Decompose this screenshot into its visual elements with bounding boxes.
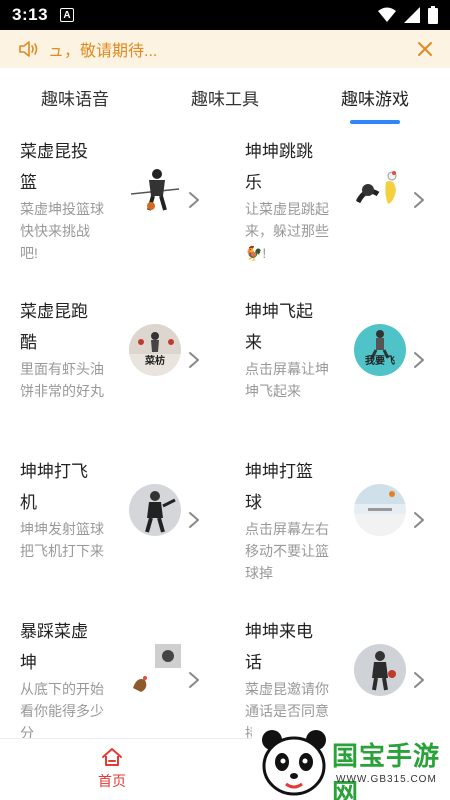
watermark-url: WWW.GB315.COM bbox=[336, 774, 437, 785]
speaker-icon bbox=[19, 41, 38, 57]
game-description: 从底下的开始看你能得多少分 bbox=[20, 681, 104, 738]
shooting-image bbox=[129, 484, 181, 536]
category-tabs: 趣味语音 趣味工具 趣味游戏 bbox=[0, 68, 450, 126]
game-title: 坤坤打篮球 bbox=[245, 462, 313, 512]
game-description: 里面有虾头油饼非常的好丸 bbox=[20, 361, 104, 399]
basketball-dribble-image bbox=[129, 164, 181, 216]
game-card[interactable]: 坤坤跳跳乐 让菜虚昆跳起来，躲过那些🐓! bbox=[225, 126, 450, 286]
chevron-right-icon bbox=[414, 352, 424, 368]
flying-image: 我要飞 bbox=[354, 324, 406, 376]
stomp-image bbox=[129, 644, 181, 696]
game-title: 菜虚昆投篮 bbox=[20, 142, 88, 192]
thumb-caption: 我要飞 bbox=[365, 356, 395, 367]
game-description: 点击屏幕左右移动不要让篮球掉 bbox=[245, 521, 329, 581]
game-card[interactable]: 暴踩菜虚坤 从底下的开始看你能得多少分 bbox=[0, 606, 225, 738]
parkour-image: 菜枋 bbox=[129, 324, 181, 376]
chevron-right-icon bbox=[414, 512, 424, 528]
status-bar: 3:13 A bbox=[0, 0, 450, 30]
chevron-right-icon bbox=[414, 672, 424, 688]
basketball-court-image bbox=[354, 484, 406, 536]
chevron-right-icon bbox=[189, 512, 199, 528]
game-card[interactable]: 菜虚昆投篮 菜虚坤投篮球快快来挑战吧! bbox=[0, 126, 225, 286]
chevron-right-icon bbox=[414, 192, 424, 208]
chevron-right-icon bbox=[189, 192, 199, 208]
phone-call-image bbox=[354, 644, 406, 696]
notice-close-button[interactable] bbox=[414, 38, 436, 60]
wifi-icon bbox=[378, 7, 396, 22]
watermark: 国宝手游网 WWW.GB315.COM bbox=[252, 722, 450, 800]
home-icon bbox=[102, 748, 122, 766]
game-description: 菜虚坤投篮球快快来挑战吧! bbox=[20, 201, 104, 261]
game-title: 坤坤跳跳乐 bbox=[245, 142, 313, 192]
notice-text: ュ，敬请期待... bbox=[48, 43, 158, 60]
notification-badge: A bbox=[60, 8, 75, 22]
game-title: 坤坤打飞机 bbox=[20, 462, 88, 512]
game-card[interactable]: 菜虚昆跑酷 里面有虾头油饼非常的好丸 菜枋 bbox=[0, 286, 225, 446]
nav-home-tab[interactable]: 首页 bbox=[72, 747, 152, 797]
game-description: 点击屏幕让坤坤飞起来 bbox=[245, 361, 329, 399]
chevron-right-icon bbox=[189, 672, 199, 688]
chevron-right-icon bbox=[189, 352, 199, 368]
game-grid: 菜虚昆投篮 菜虚坤投篮球快快来挑战吧! 坤坤跳跳乐 让菜虚昆跳起来，躲过那些🐓! bbox=[0, 126, 450, 738]
tab-fun-games[interactable]: 趣味游戏 bbox=[300, 68, 450, 126]
status-icons bbox=[378, 6, 438, 24]
game-card[interactable]: 坤坤来电话 菜虚昆邀请你通话是否同意接听 bbox=[225, 606, 450, 738]
game-title: 暴踩菜虚坤 bbox=[20, 622, 88, 672]
game-description: 坤坤发射篮球把飞机打下来 bbox=[20, 521, 104, 559]
signal-icon bbox=[404, 7, 420, 23]
thumb-caption: 菜枋 bbox=[145, 356, 165, 367]
notice-bar: ュ，敬请期待... bbox=[0, 30, 450, 68]
status-time: 3:13 bbox=[12, 5, 49, 24]
game-title: 坤坤来电话 bbox=[245, 622, 313, 672]
game-description: 让菜虚昆跳起来，躲过那些🐓! bbox=[245, 201, 329, 261]
tab-fun-tools[interactable]: 趣味工具 bbox=[150, 68, 300, 126]
game-card[interactable]: 坤坤打篮球 点击屏幕左右移动不要让篮球掉 bbox=[225, 446, 450, 606]
game-title: 菜虚昆跑酷 bbox=[20, 302, 88, 352]
tab-fun-voice[interactable]: 趣味语音 bbox=[0, 68, 150, 126]
close-icon bbox=[418, 42, 432, 56]
chicken-jump-image bbox=[354, 164, 406, 216]
game-card[interactable]: 坤坤打飞机 坤坤发射篮球把飞机打下来 bbox=[0, 446, 225, 606]
game-title: 坤坤飞起来 bbox=[245, 302, 313, 352]
nav-home-label: 首页 bbox=[98, 773, 126, 789]
game-card[interactable]: 坤坤飞起来 点击屏幕让坤坤飞起来 我要飞 bbox=[225, 286, 450, 446]
watermark-name: 国宝手游网 bbox=[332, 742, 441, 800]
panda-logo-icon bbox=[262, 730, 326, 796]
battery-icon bbox=[428, 6, 438, 24]
